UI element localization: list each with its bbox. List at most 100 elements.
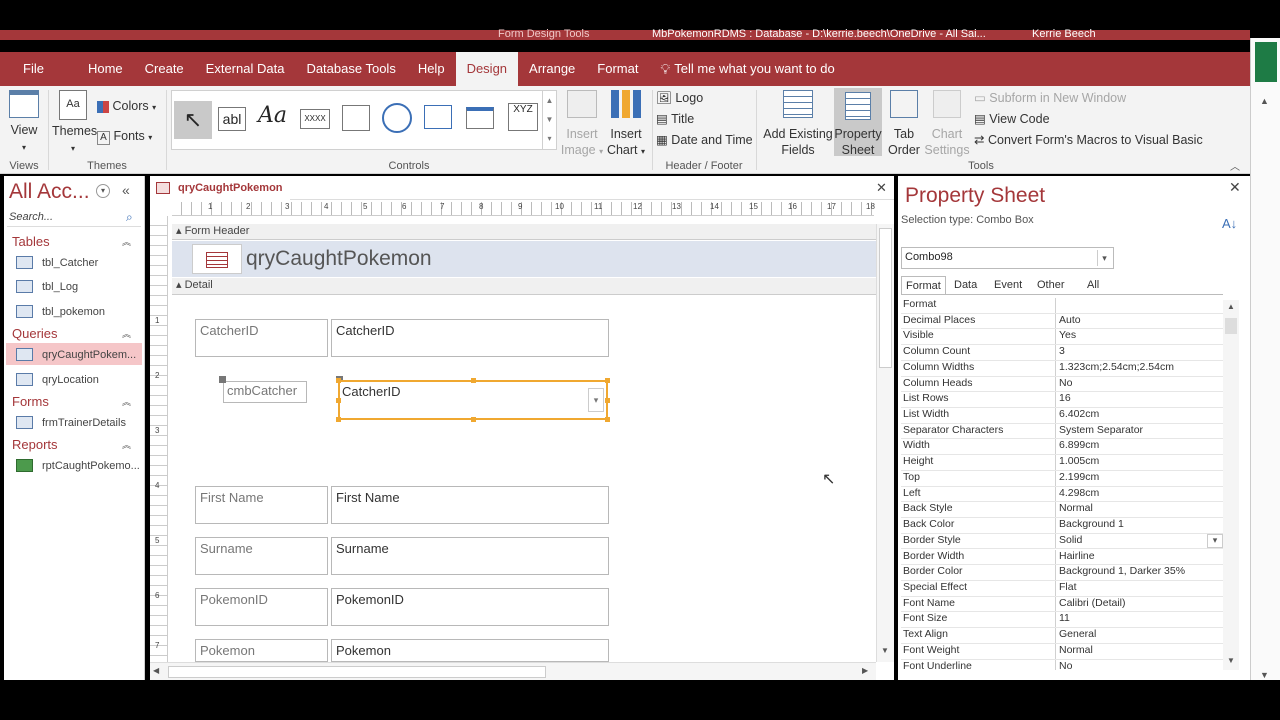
move-handle[interactable]	[219, 376, 226, 383]
collapse-ribbon-icon[interactable]: ︿	[1230, 158, 1240, 173]
nav-item-qry-caught-pokemon[interactable]: qryCaughtPokem...	[16, 348, 136, 361]
tab-database-tools[interactable]: Database Tools	[295, 52, 406, 86]
property-row[interactable]: Border Color Background 1, Darker 35%	[901, 565, 1223, 581]
property-row[interactable]: Visible Yes	[901, 329, 1223, 346]
vertical-scrollbar[interactable]: ▼	[876, 224, 894, 662]
nav-menu-icon[interactable]: ▾	[96, 184, 110, 198]
prop-tab-other[interactable]: Other	[1033, 276, 1069, 294]
tab-format[interactable]: Format	[586, 52, 649, 86]
property-row[interactable]: Column Count 3	[901, 345, 1223, 361]
nav-title[interactable]: All Acc...	[9, 180, 90, 204]
search-icon[interactable]: ⌕	[126, 210, 133, 225]
label-first-name[interactable]: First Name	[195, 486, 328, 524]
property-value[interactable]: No	[1056, 660, 1223, 670]
property-row[interactable]: Back Style Normal	[901, 502, 1223, 519]
date-time-button[interactable]: ▦ Date and Time	[656, 132, 753, 148]
textbox-pokemon-id[interactable]: PokemonID	[331, 588, 609, 626]
nav-search-input[interactable]: Search...	[7, 209, 141, 227]
property-value[interactable]: Yes	[1056, 329, 1223, 344]
prop-scroll-thumb[interactable]	[1225, 318, 1237, 334]
nav-item-tbl-log[interactable]: tbl_Log	[16, 280, 78, 293]
property-row[interactable]: List Width 6.402cm	[901, 408, 1223, 424]
property-row[interactable]: Font Size 11	[901, 612, 1223, 629]
collapse-forms-icon[interactable]: ︽	[122, 395, 131, 408]
horizontal-scrollbar[interactable]: ◀ ▶	[150, 662, 876, 680]
fonts-button[interactable]: A Fonts ▾	[97, 128, 152, 146]
form-header-bar[interactable]: ▴ Form Header	[172, 224, 876, 240]
hyperlink-control-icon[interactable]	[382, 103, 412, 133]
property-value[interactable]: Calibri (Detail)	[1056, 597, 1223, 612]
property-value[interactable]: 4.298cm	[1056, 487, 1223, 502]
scroll-right-arrow-icon[interactable]: ▶	[862, 666, 868, 675]
textbox-surname[interactable]: Surname	[331, 537, 609, 575]
property-row[interactable]: Text Align General	[901, 628, 1223, 644]
themes-button[interactable]: Aa Themes ▾	[52, 90, 97, 157]
chart-settings-button[interactable]: Chart Settings	[924, 90, 970, 158]
collapse-nav-icon[interactable]: «	[122, 182, 130, 198]
web-browser-control-icon[interactable]	[424, 105, 452, 129]
property-value[interactable]: 1.005cm	[1056, 455, 1223, 470]
resize-handle[interactable]	[336, 378, 341, 383]
tab-home[interactable]: Home	[77, 52, 134, 86]
tab-external-data[interactable]: External Data	[195, 52, 296, 86]
subform-new-window-button[interactable]: ▭ Subform in New Window	[974, 90, 1126, 106]
property-row[interactable]: List Rows 16	[901, 392, 1223, 408]
view-button[interactable]: View ▾	[8, 90, 40, 156]
tab-help[interactable]: Help	[407, 52, 456, 86]
button-control-icon[interactable]: XXXX	[300, 109, 330, 129]
resize-handle[interactable]	[471, 378, 476, 383]
resize-handle[interactable]	[605, 398, 610, 403]
resize-handle[interactable]	[336, 417, 341, 422]
property-row[interactable]: Height 1.005cm	[901, 455, 1223, 471]
property-value[interactable]: Background 1, Darker 35%	[1056, 565, 1223, 580]
tab-control-icon[interactable]	[342, 105, 370, 131]
outer-scrollbar[interactable]: ▲ ▼	[1250, 38, 1280, 680]
property-row[interactable]: Width 6.899cm	[901, 439, 1223, 456]
tab-qry-caught-pokemon[interactable]: qryCaughtPokemon	[150, 176, 290, 200]
scroll-left-arrow-icon[interactable]: ◀	[153, 666, 159, 675]
insert-image-button[interactable]: Insert Image ▾	[560, 90, 604, 160]
nav-item-rpt-caught-pokemon[interactable]: rptCaughtPokemo...	[16, 459, 140, 472]
nav-section-reports[interactable]: Reports	[12, 437, 58, 452]
label-cmb-catcher[interactable]: cmbCatcher	[223, 381, 307, 403]
property-value[interactable]: Solid	[1056, 534, 1207, 549]
detail-bar[interactable]: ▴ Detail	[172, 278, 876, 295]
form-header-logo[interactable]	[192, 244, 242, 274]
scroll-up-icon[interactable]: ▲	[1260, 96, 1269, 106]
nav-section-forms[interactable]: Forms	[12, 394, 49, 409]
collapse-tables-icon[interactable]: ︽	[122, 235, 131, 248]
close-property-sheet-icon[interactable]: ✕	[1229, 179, 1241, 196]
tab-order-button[interactable]: Tab Order	[884, 90, 924, 158]
property-row[interactable]: Border Width Hairline	[901, 549, 1223, 566]
collapse-reports-icon[interactable]: ︽	[122, 438, 131, 451]
property-row[interactable]: Back Color Background 1	[901, 518, 1223, 534]
property-scrollbar[interactable]: ▲ ▼	[1223, 300, 1239, 670]
textbox-first-name[interactable]: First Name	[331, 486, 609, 524]
property-value[interactable]: Normal	[1056, 644, 1223, 659]
property-value[interactable]: Background 1	[1056, 518, 1223, 533]
tab-arrange[interactable]: Arrange	[518, 52, 586, 86]
convert-macros-button[interactable]: ⇄ Convert Form's Macros to Visual Basic	[974, 132, 1203, 148]
property-row[interactable]: Column Widths 1.323cm;2.54cm;2.54cm	[901, 360, 1223, 377]
label-pokemon-id[interactable]: PokemonID	[195, 588, 328, 626]
property-value[interactable]: Auto	[1056, 314, 1223, 329]
property-row[interactable]: Left 4.298cm	[901, 486, 1223, 503]
property-value[interactable]: System Separator	[1056, 424, 1223, 439]
property-row[interactable]: Font Weight Normal	[901, 643, 1223, 660]
combo-box-selected[interactable]: CatcherID ▾	[336, 378, 610, 422]
property-value[interactable]: Normal	[1056, 502, 1223, 517]
tab-create[interactable]: Create	[134, 52, 195, 86]
nav-section-tables[interactable]: Tables	[12, 234, 50, 249]
close-document-icon[interactable]: ✕	[876, 180, 887, 196]
property-value[interactable]: 6.402cm	[1056, 408, 1223, 423]
tab-file[interactable]: File	[12, 52, 55, 86]
label-control-icon[interactable]: Aa	[258, 103, 287, 128]
property-value[interactable]: 11	[1056, 612, 1223, 627]
nav-section-queries[interactable]: Queries	[12, 326, 58, 341]
prop-tab-event[interactable]: Event	[990, 276, 1026, 294]
property-value[interactable]: Hairline	[1056, 550, 1223, 565]
property-value[interactable]: Flat	[1056, 581, 1223, 596]
property-row[interactable]: Border Style Solid ▾	[901, 533, 1223, 550]
property-value[interactable]: 6.899cm	[1056, 439, 1223, 454]
resize-handle[interactable]	[605, 417, 610, 422]
